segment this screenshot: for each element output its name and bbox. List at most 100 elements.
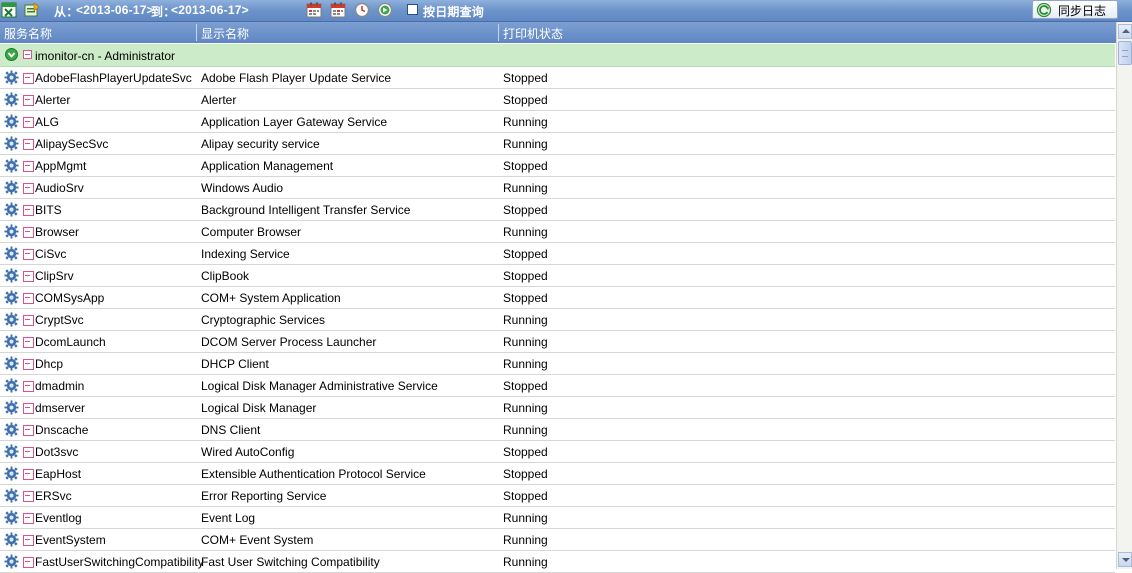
expand-toggle-icon[interactable]: [23, 271, 34, 282]
expand-toggle-icon[interactable]: [23, 117, 34, 128]
table-row[interactable]: CryptSvc Cryptographic Services Running: [0, 309, 1115, 331]
sync-log-button[interactable]: 同步日志: [1032, 0, 1118, 19]
service-name-cell: DcomLaunch: [35, 335, 106, 349]
service-name-cell: ERSvc: [35, 489, 72, 503]
table-row[interactable]: Dnscache DNS Client Running: [0, 419, 1115, 441]
service-name-cell: ClipSrv: [35, 269, 74, 283]
expand-toggle-icon[interactable]: [23, 469, 34, 480]
expand-toggle-icon[interactable]: [23, 381, 34, 392]
table-row[interactable]: AdobeFlashPlayerUpdateSvc Adobe Flash Pla…: [0, 67, 1115, 89]
expand-toggle-icon[interactable]: [23, 447, 34, 458]
expand-toggle-icon[interactable]: [23, 161, 34, 172]
table-row[interactable]: FastUserSwitchingCompatibility Fast User …: [0, 551, 1115, 573]
service-name-cell: AppMgmt: [35, 159, 87, 173]
column-printer-status[interactable]: 打印机状态: [503, 25, 563, 42]
status-cell: Stopped: [503, 489, 548, 503]
display-name-cell: Application Layer Gateway Service: [201, 115, 388, 129]
clock-icon[interactable]: [354, 2, 370, 18]
collapse-group-icon[interactable]: [5, 48, 18, 61]
scroll-down-arrow-icon[interactable]: [1118, 552, 1132, 567]
expand-toggle-icon[interactable]: [23, 73, 34, 84]
table-row[interactable]: dmserver Logical Disk Manager Running: [0, 397, 1115, 419]
service-gear-icon: [4, 378, 19, 393]
expand-toggle-icon[interactable]: [23, 183, 34, 194]
status-cell: Running: [503, 335, 548, 349]
calendar-from-icon[interactable]: [306, 2, 322, 18]
to-date-field[interactable]: <2013-06-17>: [171, 3, 249, 17]
table-row[interactable]: DcomLaunch DCOM Server Process Launcher Ru…: [0, 331, 1115, 353]
service-name-cell: AudioSrv: [35, 181, 84, 195]
expand-toggle-icon[interactable]: [23, 337, 34, 348]
expand-toggle-icon[interactable]: [23, 205, 34, 216]
table-row[interactable]: ClipSrv ClipBook Stopped: [0, 265, 1115, 287]
service-name-cell: COMSysApp: [35, 291, 105, 305]
table-row[interactable]: EventSystem COM+ Event System Running: [0, 529, 1115, 551]
status-cell: Running: [503, 313, 548, 327]
query-by-date-checkbox[interactable]: [407, 4, 418, 15]
service-gear-icon: [4, 554, 19, 569]
status-cell: Running: [503, 181, 548, 195]
excel-export-icon[interactable]: [1, 2, 17, 18]
display-name-cell: Alipay security service: [201, 137, 320, 151]
table-row[interactable]: AudioSrv Windows Audio Running: [0, 177, 1115, 199]
service-gear-icon: [4, 312, 19, 327]
expand-toggle-icon[interactable]: [23, 491, 34, 502]
display-name-cell: Adobe Flash Player Update Service: [201, 71, 392, 85]
column-separator[interactable]: [196, 24, 197, 41]
scroll-thumb[interactable]: [1118, 41, 1132, 65]
display-name-cell: DNS Client: [201, 423, 261, 437]
table-row[interactable]: COMSysApp COM+ System Application Stopped: [0, 287, 1115, 309]
column-service-name[interactable]: 服务名称: [4, 25, 52, 42]
query-by-date-label[interactable]: 按日期查询: [423, 3, 484, 20]
sync-icon: [1036, 2, 1052, 18]
status-cell: Running: [503, 115, 548, 129]
service-gear-icon: [4, 356, 19, 371]
refresh-go-icon[interactable]: [377, 2, 393, 18]
expand-toggle-icon[interactable]: [23, 315, 34, 326]
table-row[interactable]: EapHost Extensible Authentication Protoco…: [0, 463, 1115, 485]
service-gear-icon: [4, 180, 19, 195]
expand-toggle-icon[interactable]: [23, 293, 34, 304]
table-row[interactable]: dmadmin Logical Disk Manager Administrati…: [0, 375, 1115, 397]
export-icon[interactable]: [24, 2, 40, 18]
display-name-cell: Fast User Switching Compatibility: [201, 555, 380, 569]
expand-toggle-icon[interactable]: [23, 403, 34, 414]
expand-toggle-icon[interactable]: [23, 557, 34, 568]
table-row[interactable]: Alerter Alerter Stopped: [0, 89, 1115, 111]
expand-toggle-icon[interactable]: [23, 535, 34, 546]
expand-toggle-icon[interactable]: [23, 139, 34, 150]
table-row[interactable]: ALG Application Layer Gateway Service Runn…: [0, 111, 1115, 133]
table-row[interactable]: CiSvc Indexing Service Stopped: [0, 243, 1115, 265]
display-name-cell: DHCP Client: [201, 357, 269, 371]
service-gear-icon: [4, 92, 19, 107]
vertical-scrollbar[interactable]: [1116, 22, 1132, 569]
table-row[interactable]: AppMgmt Application Management Stopped: [0, 155, 1115, 177]
display-name-cell: COM+ System Application: [201, 291, 341, 305]
expand-toggle-icon[interactable]: [23, 425, 34, 436]
calendar-to-icon[interactable]: [330, 2, 346, 18]
group-row[interactable]: imonitor-cn - Administrator: [0, 44, 1115, 67]
service-name-cell: Dot3svc: [35, 445, 79, 459]
expand-toggle-icon[interactable]: [23, 513, 34, 524]
expand-toggle-icon[interactable]: [23, 249, 34, 260]
from-date-field[interactable]: <2013-06-17>: [76, 3, 154, 17]
expand-toggle-icon[interactable]: [23, 359, 34, 370]
status-cell: Stopped: [503, 93, 548, 107]
column-separator[interactable]: [498, 24, 499, 41]
display-name-cell: COM+ Event System: [201, 533, 314, 547]
table-row[interactable]: Browser Computer Browser Running: [0, 221, 1115, 243]
service-name-cell: dmserver: [35, 401, 86, 415]
expand-toggle-icon[interactable]: [23, 95, 34, 106]
table-row[interactable]: Eventlog Event Log Running: [0, 507, 1115, 529]
table-row[interactable]: Dhcp DHCP Client Running: [0, 353, 1115, 375]
scroll-up-arrow-icon[interactable]: [1118, 24, 1132, 39]
table-row[interactable]: BITS Background Intelligent Transfer Serv…: [0, 199, 1115, 221]
table-row[interactable]: AlipaySecSvc Alipay security service Runni…: [0, 133, 1115, 155]
table-row[interactable]: Dot3svc Wired AutoConfig Stopped: [0, 441, 1115, 463]
expand-toggle-icon[interactable]: [23, 227, 34, 238]
display-name-cell: Extensible Authentication Protocol Servi…: [201, 467, 426, 481]
expand-toggle-icon[interactable]: [23, 50, 32, 59]
display-name-cell: ClipBook: [201, 269, 250, 283]
table-row[interactable]: ERSvc Error Reporting Service Stopped: [0, 485, 1115, 507]
column-display-name[interactable]: 显示名称: [201, 25, 249, 42]
